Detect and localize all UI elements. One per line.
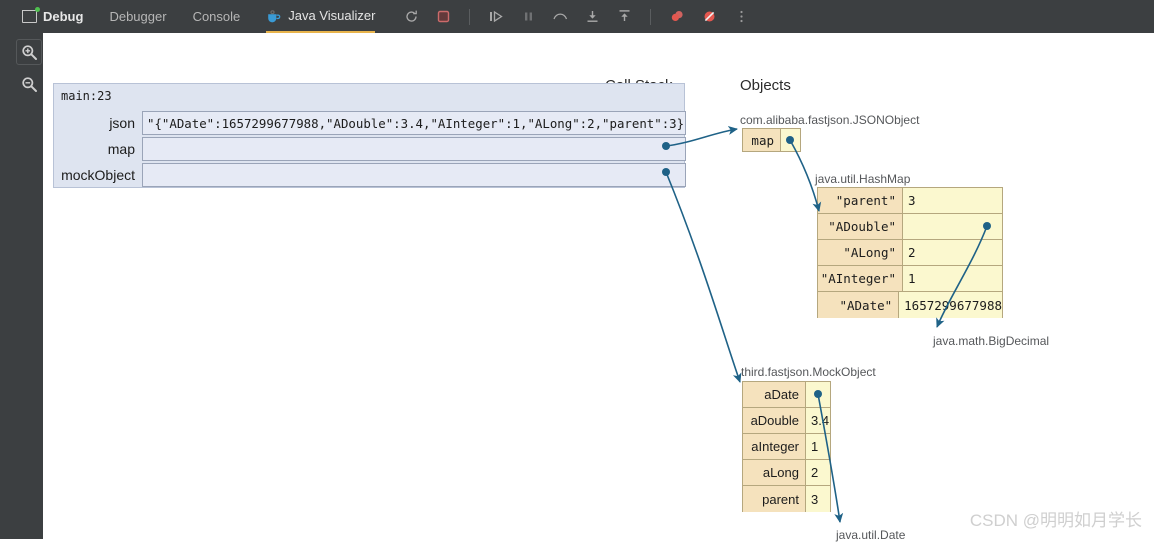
toolbar-divider-1 bbox=[469, 8, 471, 25]
tab-debugger[interactable]: Debugger bbox=[109, 0, 166, 33]
object-value: 1 bbox=[806, 434, 830, 459]
terminal-label-bigdecimal: java.math.BigDecimal bbox=[933, 334, 1050, 348]
variable-row-json: json "{"ADate":1657299677988,"ADouble":3… bbox=[54, 110, 686, 136]
visualizer-canvas: Call Stack Objects main:23 json "{"ADate… bbox=[43, 33, 1154, 542]
object-row: aDouble 3.4 bbox=[743, 408, 830, 434]
variable-value-mockobject[interactable] bbox=[142, 163, 686, 187]
tab-java-visualizer[interactable]: Java Visualizer bbox=[266, 0, 376, 33]
object-row: aLong 2 bbox=[743, 460, 830, 486]
object-key: "ALong" bbox=[818, 240, 903, 265]
object-key: "ADouble" bbox=[818, 214, 903, 239]
java-cup-icon bbox=[266, 9, 282, 23]
wire-mockobject-to-box bbox=[665, 171, 742, 383]
object-type-label-hashmap: java.util.HashMap bbox=[815, 172, 911, 186]
pause-icon[interactable] bbox=[517, 6, 539, 28]
object-key: "AInteger" bbox=[818, 266, 903, 291]
view-breakpoints-icon[interactable] bbox=[698, 6, 720, 28]
resume-icon[interactable] bbox=[485, 6, 507, 28]
stop-icon[interactable] bbox=[432, 6, 454, 28]
object-value: 3 bbox=[806, 486, 830, 512]
object-key: aLong bbox=[743, 460, 806, 485]
objects-heading: Objects bbox=[740, 77, 791, 94]
variable-value-map[interactable] bbox=[142, 137, 686, 161]
object-value: 1 bbox=[903, 266, 1002, 291]
object-row: "ADate" 1657299677988 bbox=[818, 292, 1002, 318]
object-key: aInteger bbox=[743, 434, 806, 459]
variable-name-map: map bbox=[107, 141, 135, 157]
object-row: parent 3 bbox=[743, 486, 830, 512]
toolbar-divider-2 bbox=[650, 8, 652, 25]
object-value: 2 bbox=[903, 240, 1002, 265]
watermark: CSDN @明明如月学长 bbox=[969, 511, 1142, 530]
mute-breakpoints-icon[interactable] bbox=[666, 6, 688, 28]
tab-debugger-label: Debugger bbox=[109, 9, 167, 24]
more-options-icon[interactable] bbox=[730, 6, 752, 28]
variable-value-json[interactable]: "{"ADate":1657299677988,"ADouble":3.4,"A… bbox=[142, 111, 686, 135]
debug-window-title: Debug bbox=[21, 7, 84, 24]
object-row: "parent" 3 bbox=[818, 188, 1002, 214]
object-key: aDouble bbox=[743, 408, 806, 433]
variable-row-map: map bbox=[54, 136, 686, 162]
object-value: 2 bbox=[806, 460, 830, 485]
debug-toolbar: Debug Debugger Console Java Visualizer bbox=[0, 0, 1154, 33]
rerun-icon[interactable] bbox=[400, 6, 422, 28]
zoom-controls bbox=[15, 33, 43, 539]
frame-label: main:23 bbox=[61, 89, 112, 103]
debug-window-icon bbox=[21, 7, 40, 23]
object-row: "ALong" 2 bbox=[818, 240, 1002, 266]
step-over-icon[interactable] bbox=[549, 6, 571, 28]
variable-name-json: json bbox=[109, 115, 135, 131]
object-value bbox=[806, 382, 830, 407]
object-value bbox=[781, 129, 800, 151]
tab-console-label: Console bbox=[192, 9, 241, 24]
tab-java-visualizer-label: Java Visualizer bbox=[288, 8, 376, 23]
object-value bbox=[903, 214, 1002, 239]
object-box-mockobject: aDate aDouble 3.4 aInteger 1 aLong 2 par… bbox=[742, 381, 831, 512]
object-value: 3.4 bbox=[806, 408, 830, 433]
step-out-icon[interactable] bbox=[613, 6, 635, 28]
step-into-icon[interactable] bbox=[581, 6, 603, 28]
terminal-label-utildate: java.util.Date bbox=[836, 528, 906, 542]
object-row: map bbox=[743, 129, 800, 151]
call-stack-frame: main:23 json "{"ADate":1657299677988,"AD… bbox=[53, 83, 686, 188]
debug-title-label: Debug bbox=[43, 9, 84, 24]
variable-name-mockobject: mockObject bbox=[61, 167, 135, 183]
variable-row-mockobject: mockObject bbox=[54, 162, 686, 188]
debug-action-buttons bbox=[395, 6, 757, 28]
object-value: 3 bbox=[903, 188, 1002, 213]
object-key: parent bbox=[743, 486, 806, 512]
object-key: aDate bbox=[743, 382, 806, 407]
object-box-hashmap: "parent" 3 "ADouble" "ALong" 2 "AInteger… bbox=[817, 187, 1003, 318]
object-key: "ADate" bbox=[818, 292, 900, 318]
object-row: "AInteger" 1 bbox=[818, 266, 1002, 292]
tab-console[interactable]: Console bbox=[193, 0, 241, 33]
zoom-in-icon[interactable] bbox=[16, 39, 42, 65]
zoom-out-icon[interactable] bbox=[16, 71, 42, 97]
object-type-label-mockobject: third.fastjson.MockObject bbox=[741, 365, 876, 379]
object-value: 1657299677988 bbox=[899, 292, 1002, 318]
object-key: "parent" bbox=[818, 188, 903, 213]
object-type-label-jsonobject: com.alibaba.fastjson.JSONObject bbox=[740, 113, 920, 127]
object-key: map bbox=[743, 129, 781, 151]
object-row: "ADouble" bbox=[818, 214, 1002, 240]
object-row: aDate bbox=[743, 382, 830, 408]
object-box-jsonobject: map bbox=[742, 128, 801, 152]
object-row: aInteger 1 bbox=[743, 434, 830, 460]
